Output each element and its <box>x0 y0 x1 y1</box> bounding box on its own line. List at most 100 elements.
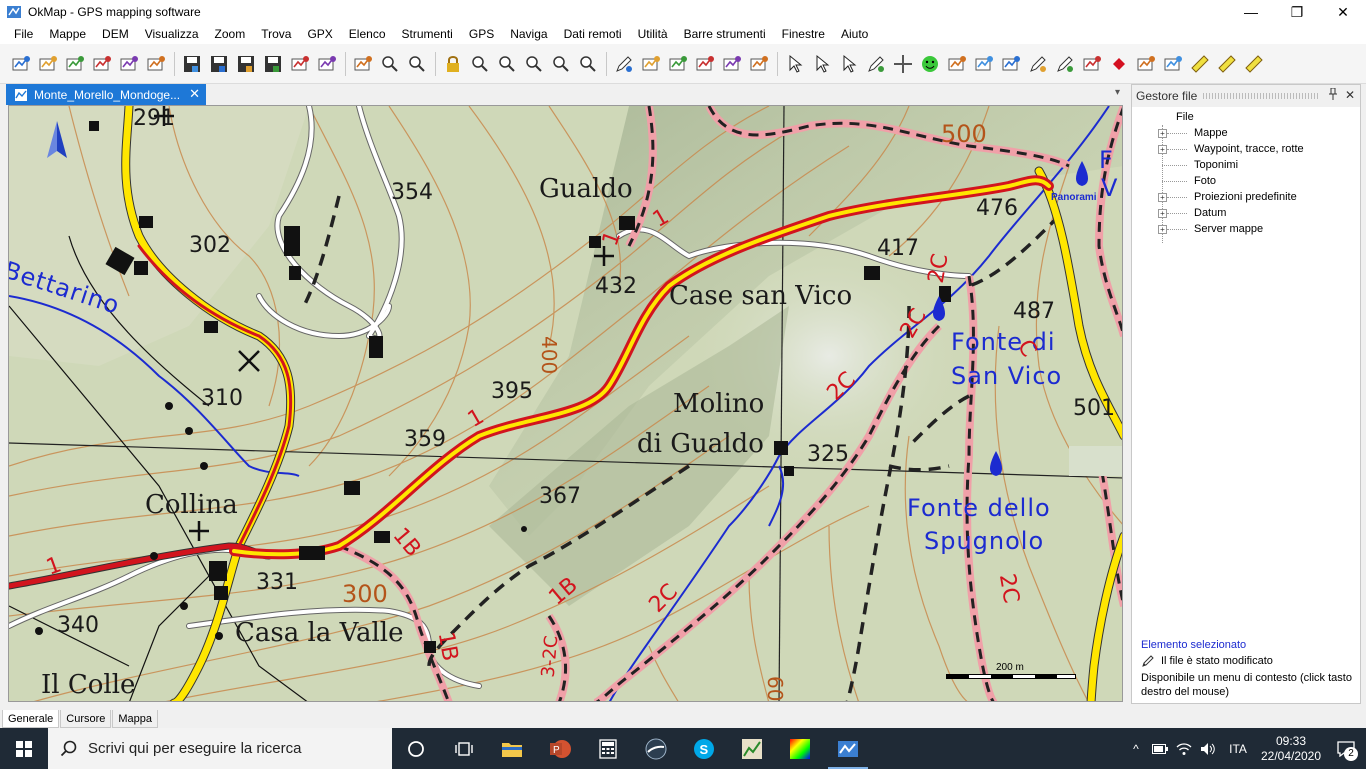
flag-button[interactable] <box>1160 51 1186 77</box>
chart-app-button[interactable] <box>728 728 776 769</box>
copy-button[interactable] <box>665 51 691 77</box>
save-map-button[interactable] <box>179 51 205 77</box>
restore-button[interactable]: ❐ <box>1274 0 1320 24</box>
menu-zoom[interactable]: Zoom <box>207 24 254 44</box>
tree-item-proiezioni[interactable]: + Proiezioni predefinite <box>1132 189 1360 205</box>
start-button[interactable] <box>0 728 48 769</box>
smiley-button[interactable] <box>917 51 943 77</box>
save-all-button[interactable] <box>260 51 286 77</box>
file-explorer-button[interactable] <box>488 728 536 769</box>
save-button[interactable] <box>206 51 232 77</box>
wifi-icon[interactable] <box>1172 728 1196 769</box>
delete-all-button[interactable] <box>746 51 772 77</box>
menu-file[interactable]: File <box>6 24 41 44</box>
tree-item-datum[interactable]: + Datum <box>1132 205 1360 221</box>
document-tab[interactable]: Monte_Morello_Mondoge... ✕ <box>6 84 206 105</box>
tab-close-icon[interactable]: ✕ <box>189 86 200 102</box>
battery-icon[interactable] <box>1148 728 1172 769</box>
expand-icon[interactable]: + <box>1158 209 1167 218</box>
color-app-button[interactable] <box>776 728 824 769</box>
menu-finestre[interactable]: Finestre <box>774 24 833 44</box>
taskbar-search[interactable]: Scrivi qui per eseguire la ricerca <box>48 728 392 769</box>
clock[interactable]: 09:33 22/04/2020 <box>1256 734 1326 764</box>
zoom-fit-button[interactable] <box>521 51 547 77</box>
select-area-button[interactable] <box>836 51 862 77</box>
diamond-button[interactable] <box>1106 51 1132 77</box>
edit-disabled-button[interactable] <box>638 51 664 77</box>
minimize-button[interactable]: — <box>1228 0 1274 24</box>
tab-generale[interactable]: Generale <box>2 710 60 728</box>
menu-dem[interactable]: DEM <box>94 24 137 44</box>
tree-item-toponimi[interactable]: Toponimi <box>1132 157 1360 173</box>
tree-item-server-mappe[interactable]: + Server mappe <box>1132 221 1360 237</box>
menu-visualizza[interactable]: Visualizza <box>137 24 207 44</box>
menu-gpx[interactable]: GPX <box>299 24 340 44</box>
eraser-button[interactable] <box>863 51 889 77</box>
tab-cursore[interactable]: Cursore <box>60 710 112 728</box>
expand-icon[interactable]: + <box>1158 129 1167 138</box>
menu-dati-remoti[interactable]: Dati remoti <box>556 24 630 44</box>
print-preview-button[interactable] <box>314 51 340 77</box>
zoom-search-button[interactable] <box>404 51 430 77</box>
open-map-button[interactable] <box>8 51 34 77</box>
save-as-button[interactable] <box>233 51 259 77</box>
menu-aiuto[interactable]: Aiuto <box>833 24 876 44</box>
language-indicator[interactable]: ITA <box>1220 742 1256 756</box>
move-button[interactable] <box>692 51 718 77</box>
volume-icon[interactable] <box>1196 728 1220 769</box>
pin-button[interactable] <box>1079 51 1105 77</box>
delete-button[interactable] <box>719 51 745 77</box>
close-button[interactable]: ✕ <box>1320 0 1366 24</box>
tree-item-mappe[interactable]: + Mappe <box>1132 125 1360 141</box>
edit-button[interactable] <box>611 51 637 77</box>
skype-button[interactable]: S <box>680 728 728 769</box>
menu-mappe[interactable]: Mappe <box>41 24 94 44</box>
pin-icon[interactable] <box>1328 87 1338 103</box>
expand-icon[interactable]: + <box>1158 145 1167 154</box>
powerpoint-button[interactable]: P <box>536 728 584 769</box>
draw-track-button[interactable] <box>1025 51 1051 77</box>
zoom-in-button[interactable] <box>467 51 493 77</box>
tray-chevron-icon[interactable]: ^ <box>1124 728 1148 769</box>
delete-measure-button[interactable] <box>1241 51 1267 77</box>
tab-dropdown-icon[interactable]: ▾ <box>1115 87 1120 98</box>
waypoint-button[interactable] <box>1133 51 1159 77</box>
open-file-button[interactable] <box>62 51 88 77</box>
points-button[interactable] <box>971 51 997 77</box>
rotate-button[interactable] <box>998 51 1024 77</box>
export-button[interactable] <box>116 51 142 77</box>
zoom-disabled-button[interactable] <box>548 51 574 77</box>
find-button[interactable] <box>377 51 403 77</box>
menu-gps[interactable]: GPS <box>461 24 502 44</box>
tree-item-waypoint[interactable]: + Waypoint, tracce, rotte <box>1132 141 1360 157</box>
import-button[interactable] <box>89 51 115 77</box>
menu-trova[interactable]: Trova <box>253 24 299 44</box>
print-button[interactable] <box>287 51 313 77</box>
tree-item-foto[interactable]: Foto <box>1132 173 1360 189</box>
ruler-button[interactable] <box>1187 51 1213 77</box>
menu-elenco[interactable]: Elenco <box>341 24 394 44</box>
tree-root-file[interactable]: File <box>1132 109 1360 125</box>
zoom-out-button[interactable] <box>494 51 520 77</box>
load-button[interactable] <box>143 51 169 77</box>
crosshair-button[interactable] <box>890 51 916 77</box>
properties-button[interactable] <box>350 51 376 77</box>
panel-close-icon[interactable]: ✕ <box>1345 88 1355 102</box>
add-waypoint-button[interactable] <box>809 51 835 77</box>
expand-icon[interactable]: + <box>1158 225 1167 234</box>
calculator-button[interactable] <box>584 728 632 769</box>
panel-grip[interactable] <box>1203 93 1320 99</box>
tab-mappa[interactable]: Mappa <box>112 710 159 728</box>
task-view-button[interactable] <box>392 728 440 769</box>
measure-button[interactable] <box>1214 51 1240 77</box>
steam-button[interactable] <box>632 728 680 769</box>
zoom-1-1-button[interactable] <box>575 51 601 77</box>
menu-barre-strumenti[interactable]: Barre strumenti <box>676 24 774 44</box>
menu-naviga[interactable]: Naviga <box>502 24 555 44</box>
expand-icon[interactable]: + <box>1158 193 1167 202</box>
okmap-taskbar-button[interactable] <box>824 728 872 769</box>
menu-strumenti[interactable]: Strumenti <box>394 24 461 44</box>
notification-button[interactable]: 2 <box>1326 728 1366 769</box>
menu-utilita[interactable]: Utilità <box>630 24 676 44</box>
lock-button[interactable] <box>440 51 466 77</box>
